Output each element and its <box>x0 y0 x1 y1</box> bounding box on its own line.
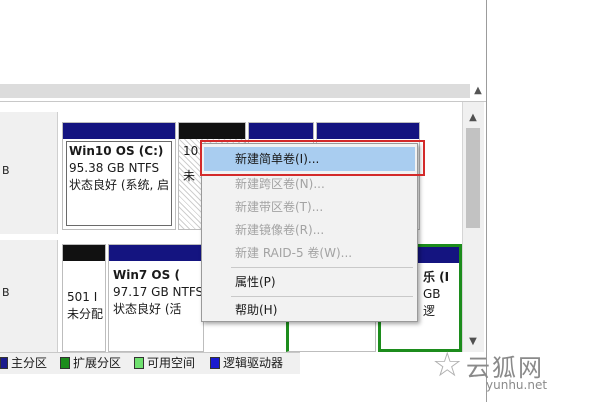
legend-free: 可用空间 <box>134 356 195 370</box>
volume-list-area <box>0 0 486 80</box>
partition-win10[interactable]: Win10 OS (C:) 95.38 GB NTFS 状态良好 (系统, 启 <box>62 122 176 230</box>
disk-0-label: B <box>0 112 58 234</box>
legend-primary-swatch <box>0 357 8 369</box>
partition-win10-status: 状态良好 (系统, 启 <box>69 178 170 192</box>
disk-0-label-text: B <box>2 164 10 177</box>
legend-primary-label: 主分区 <box>11 356 48 370</box>
disk-1-label-text: B <box>2 286 10 299</box>
partition-logical-right-title: 乐 (I <box>423 270 450 284</box>
partition-disk1-unallocated-bar <box>63 245 105 261</box>
watermark-star-icon: ☆ <box>432 345 463 385</box>
partition-disk1-unallocated-line2: 未分配 <box>67 307 103 321</box>
menu-separator <box>231 267 413 268</box>
legend-primary: 主分区 <box>0 356 47 370</box>
partition-win10-bar <box>63 123 175 139</box>
partition-logical-right-size: GB <box>423 287 441 301</box>
partition-logical-right-status: 逻 <box>423 304 436 318</box>
horizontal-scrollbar-track[interactable] <box>0 84 470 98</box>
partition-win7-title: Win7 OS ( <box>113 268 180 282</box>
partition-win7-bar <box>109 245 203 261</box>
scroll-up-arrow-icon[interactable]: ▲ <box>470 84 486 98</box>
menu-new-mirrored-volume[interactable]: 新建镜像卷(R)... <box>204 218 415 242</box>
legend-logical-swatch <box>210 357 220 369</box>
vertical-scrollbar-thumb[interactable] <box>466 128 480 228</box>
partition-win7-status: 状态良好 (活 <box>113 302 182 316</box>
partition-win10-title: Win10 OS (C:) <box>69 144 164 158</box>
partition-disk0-fourth-bar <box>317 123 419 139</box>
menu-properties[interactable]: 属性(P) <box>204 270 415 294</box>
scroll-up-icon[interactable]: ▲ <box>464 110 482 126</box>
watermark-url: yunhu.net <box>486 378 548 392</box>
legend-free-label: 可用空间 <box>147 356 196 370</box>
legend-free-swatch <box>134 357 144 369</box>
menu-separator <box>231 296 413 297</box>
partition-disk1-unallocated-line1: 501 I <box>67 290 98 304</box>
partition-disk1-unallocated[interactable]: 501 I 未分配 <box>62 244 106 352</box>
legend-extended-swatch <box>60 357 70 369</box>
annotation-highlight-frame <box>200 140 425 176</box>
legend-logical: 逻辑驱动器 <box>210 356 283 370</box>
menu-help[interactable]: 帮助(H) <box>204 298 415 322</box>
legend-extended-label: 扩展分区 <box>73 356 122 370</box>
partition-disk0-third-bar <box>249 123 313 139</box>
partition-win7-size: 97.17 GB NTFS <box>113 285 201 299</box>
partition-unallocated-bar <box>179 123 245 139</box>
menu-new-striped-volume[interactable]: 新建带区卷(T)... <box>204 195 415 219</box>
legend-logical-label: 逻辑驱动器 <box>223 356 284 370</box>
disk-1-label: B <box>0 240 58 352</box>
partition-win10-size: 95.38 GB NTFS <box>69 161 160 175</box>
menu-new-raid5-volume[interactable]: 新建 RAID-5 卷(W)... <box>204 241 415 265</box>
window-right-edge <box>486 0 600 402</box>
partition-win7[interactable]: Win7 OS ( 97.17 GB NTFS 状态良好 (活 <box>108 244 204 352</box>
legend-extended: 扩展分区 <box>60 356 121 370</box>
